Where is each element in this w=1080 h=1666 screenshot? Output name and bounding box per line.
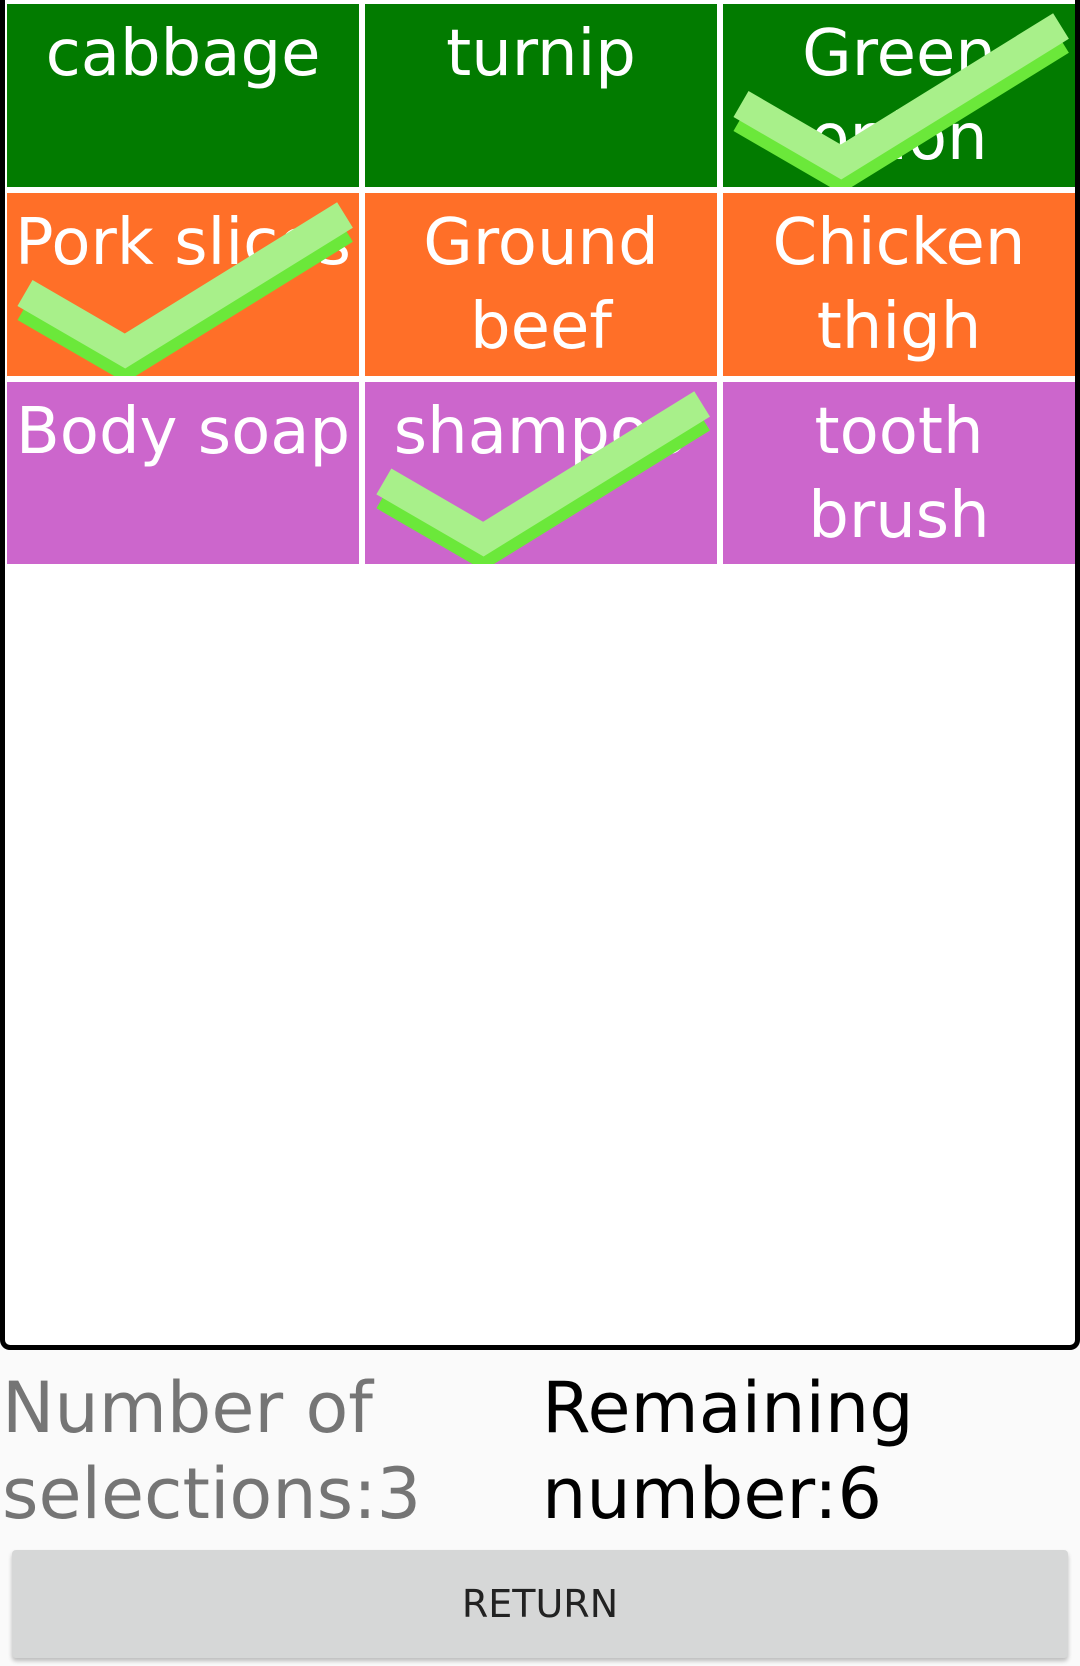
- item-cell-green-onion[interactable]: Green onion: [723, 4, 1075, 187]
- item-label: Pork slices: [15, 206, 351, 280]
- item-cell-turnip[interactable]: turnip: [365, 4, 717, 187]
- item-label: tooth brush: [808, 395, 990, 553]
- selection-count: Number of selections:3: [2, 1367, 422, 1535]
- item-label: turnip: [446, 17, 636, 91]
- item-label: Chicken thigh: [772, 206, 1026, 364]
- item-label: Ground beef: [423, 206, 659, 364]
- item-label: Body soap: [15, 395, 351, 469]
- item-label: Green onion: [802, 17, 996, 175]
- item-grid: cabbage turnip Green onion Pork slices G…: [7, 4, 1075, 564]
- return-button[interactable]: RETURN: [12, 1550, 1068, 1658]
- item-cell-body-soap[interactable]: Body soap: [7, 382, 359, 564]
- item-cell-tooth-brush[interactable]: tooth brush: [723, 382, 1075, 564]
- item-cell-pork-slices[interactable]: Pork slices: [7, 193, 359, 376]
- item-label: shampoo: [393, 395, 689, 469]
- item-cell-shampoo[interactable]: shampoo: [365, 382, 717, 564]
- remaining-count: Remaining number:6: [542, 1367, 914, 1535]
- item-label: cabbage: [45, 17, 321, 91]
- item-cell-ground-beef[interactable]: Ground beef: [365, 193, 717, 376]
- item-cell-cabbage[interactable]: cabbage: [7, 4, 359, 187]
- item-cell-chicken-thigh[interactable]: Chicken thigh: [723, 193, 1075, 376]
- item-board: cabbage turnip Green onion Pork slices G…: [0, 0, 1080, 1350]
